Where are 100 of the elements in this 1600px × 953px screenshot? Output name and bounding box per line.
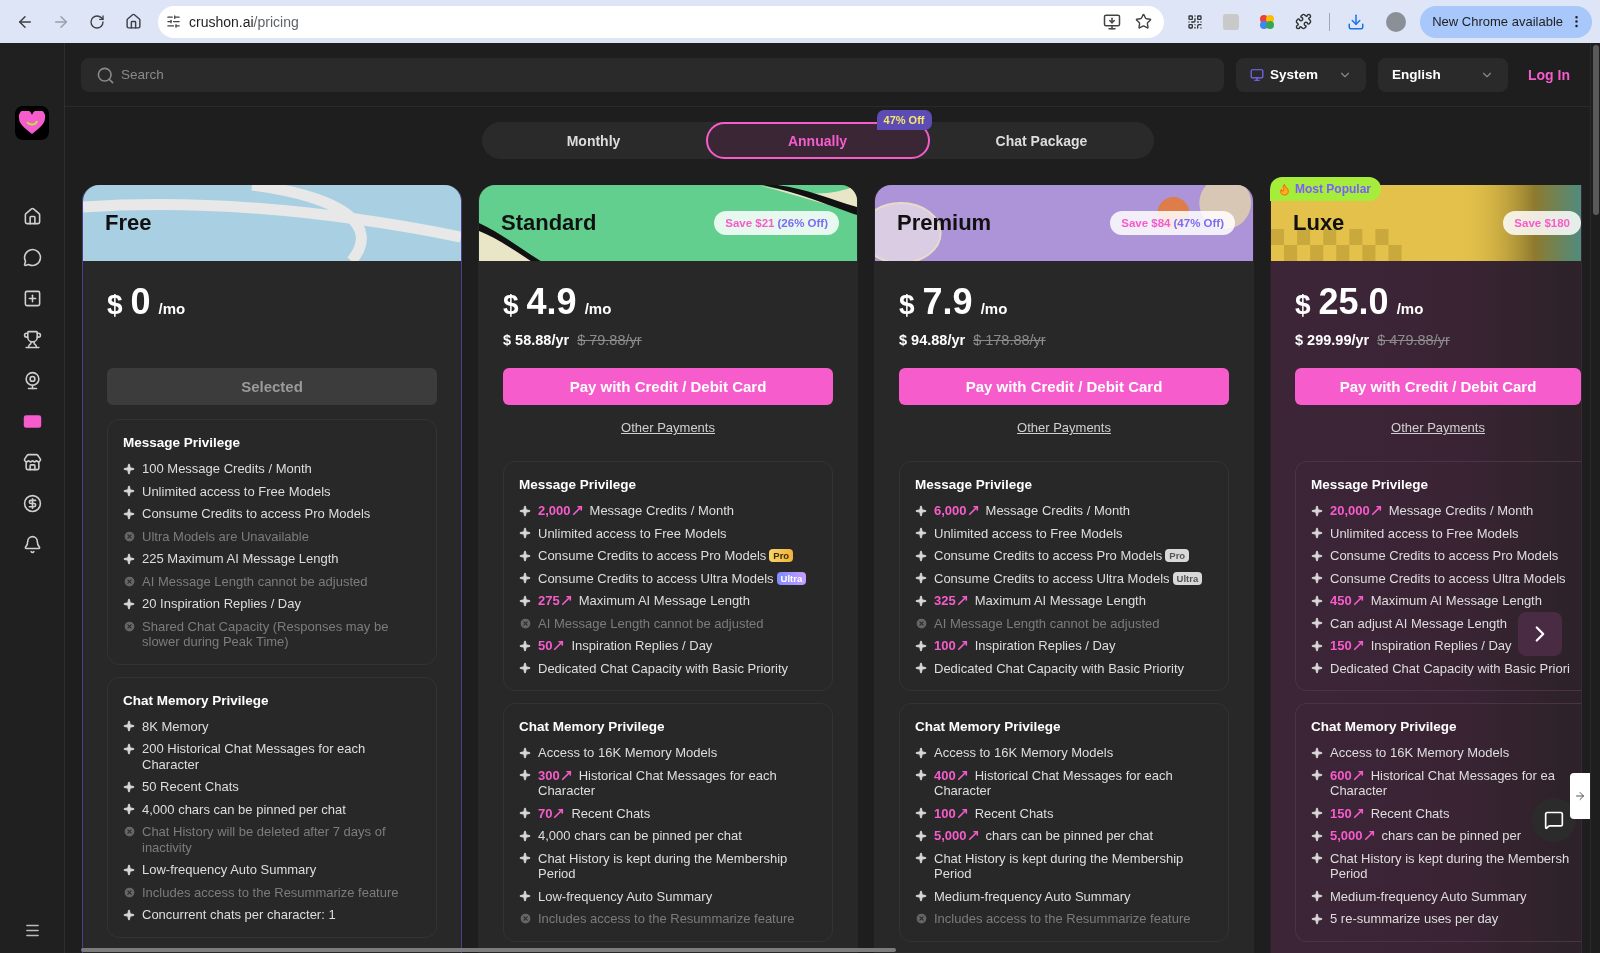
plan-name: Luxe <box>1293 210 1345 236</box>
feature-text: Consume Credits to access Pro Models Pro <box>934 548 1190 564</box>
sparkle-icon <box>915 504 927 517</box>
cross-icon <box>123 825 136 839</box>
original-price: $ 178.88/yr <box>973 332 1046 348</box>
feature-text: Low-frequency Auto Summary <box>142 862 317 878</box>
sparkle-icon <box>123 803 135 816</box>
savings-badge: Save $21 (26% Off) <box>714 211 839 235</box>
feature-text: Access to 16K Memory Models <box>934 745 1114 761</box>
model-tag: Pro <box>1165 549 1190 562</box>
update-button[interactable]: New Chrome available <box>1420 5 1592 38</box>
billing-tab[interactable]: Chat Package <box>929 122 1154 159</box>
bell-icon[interactable] <box>22 535 42 554</box>
feature-text: 6,000 Message Credits / Month <box>934 503 1131 519</box>
feature-text: 150 Inspiration Replies / Day <box>1330 638 1512 654</box>
trophy-icon[interactable] <box>22 330 42 349</box>
feature-text: 70 Recent Chats <box>538 805 651 821</box>
sparkle-icon <box>915 829 927 842</box>
feature-text: Medium-frequency Auto Summary <box>934 888 1131 904</box>
sparkle-icon <box>123 720 135 733</box>
theme-select[interactable]: System <box>1236 57 1366 92</box>
next-button[interactable] <box>1518 612 1562 656</box>
search-field[interactable]: Search <box>81 57 1224 92</box>
home-icon[interactable] <box>22 207 42 226</box>
download-icon[interactable] <box>1347 12 1366 31</box>
currency-sign: $ <box>107 289 123 321</box>
other-payments-link[interactable]: Other Payments <box>1017 419 1111 437</box>
store-icon[interactable] <box>22 453 42 472</box>
feature-text: 450 Maximum AI Message Length <box>1330 593 1542 609</box>
sparkle-icon <box>1311 746 1323 759</box>
card-icon[interactable] <box>22 412 42 431</box>
selected-button[interactable]: Selected <box>107 368 437 405</box>
chat-icon[interactable] <box>22 248 42 267</box>
monitor-icon[interactable] <box>1250 67 1264 82</box>
section-title: Message Privilege <box>519 477 638 492</box>
cross-icon <box>123 529 136 543</box>
price-unit: /mo <box>980 300 1008 317</box>
model-tag: Pro <box>769 549 794 562</box>
section-title: Message Privilege <box>915 477 1034 492</box>
yearly-price: $ 94.88/yr <box>899 332 966 348</box>
home-icon[interactable] <box>124 13 142 30</box>
install-icon[interactable] <box>1103 12 1122 31</box>
feature-text: 300 Historical Chat Messages for each Character <box>538 767 778 799</box>
app-logo[interactable] <box>15 106 49 140</box>
yearly-price: $ 299.99/yr <box>1295 332 1370 348</box>
horizontal-scrollbar[interactable] <box>81 948 896 952</box>
arrow-up-icon <box>1362 829 1376 843</box>
sparkle-icon <box>1311 549 1323 562</box>
section-title: Chat Memory Privilege <box>123 692 270 708</box>
billing-tab[interactable]: Monthly <box>481 122 706 159</box>
sparkle-icon <box>915 549 927 562</box>
feature-text: Concurrent chats per character: 1 <box>142 907 336 923</box>
price: 0 <box>130 281 151 323</box>
feature-text: 100 Message Credits / Month <box>142 461 312 477</box>
feature-text: Access to 16K Memory Models <box>1330 745 1510 761</box>
login-link[interactable]: Log In <box>1528 66 1570 83</box>
feature-text: 100 Inspiration Replies / Day <box>934 638 1116 654</box>
qr-code-icon[interactable] <box>1187 13 1204 30</box>
arrow-icon[interactable] <box>1574 790 1586 802</box>
address-bar[interactable]: crushon.ai/pricing <box>158 5 1165 38</box>
other-payments-link[interactable]: Other Payments <box>1391 419 1485 437</box>
feature-text: Consume Credits to access Ultra Models Ultra <box>538 570 807 586</box>
plan-name: Free <box>105 210 152 236</box>
cross-icon <box>519 616 532 630</box>
arrow-up-icon <box>559 594 573 608</box>
sparkle-icon <box>915 527 927 540</box>
sparkle-icon <box>123 462 135 475</box>
sparkle-icon <box>519 549 531 562</box>
vertical-scrollbar[interactable] <box>1592 45 1599 215</box>
other-payments-link[interactable]: Other Payments <box>621 419 715 437</box>
feature-text: 225 Maximum AI Message Length <box>142 551 339 567</box>
sparkle-icon <box>915 746 927 759</box>
cross-icon <box>123 619 136 633</box>
sparkle-icon <box>519 504 531 517</box>
language-select[interactable]: English <box>1378 57 1508 92</box>
sparkle-icon <box>519 594 531 607</box>
sparkle-icon <box>1311 890 1323 903</box>
create-icon[interactable] <box>22 289 42 308</box>
sparkle-icon <box>915 594 927 607</box>
feature-text: Includes access to the Resummarize feature <box>934 911 1191 927</box>
feature-text: 5,000 chars can be pinned per chat <box>934 828 1154 844</box>
reload-icon[interactable] <box>89 13 105 30</box>
sparkle-icon <box>519 769 531 782</box>
bookmark-star-icon[interactable] <box>1135 13 1153 30</box>
profile-avatar[interactable] <box>1386 11 1407 32</box>
arrow-up-icon <box>559 768 573 782</box>
pinwheel-icon[interactable] <box>1259 13 1276 30</box>
section-title: Chat Memory Privilege <box>915 719 1062 734</box>
feature-text: 400 Historical Chat Messages for each Character <box>934 767 1174 799</box>
arrow-up-icon <box>955 806 969 820</box>
arrow-up-icon <box>955 768 969 782</box>
menu-button[interactable] <box>23 922 41 939</box>
feature-text: Chat History is kept during the Membership Period <box>934 850 1185 882</box>
coin-icon[interactable] <box>22 494 42 513</box>
site-settings-icon[interactable] <box>166 14 181 29</box>
extensions-icon[interactable] <box>1295 13 1313 30</box>
feature-text: Consume Credits to access Ultra Models <box>1330 570 1566 586</box>
feature-text: 8K Memory <box>142 718 209 734</box>
sparkle-icon <box>519 829 531 842</box>
sparkle-icon <box>1311 769 1323 782</box>
